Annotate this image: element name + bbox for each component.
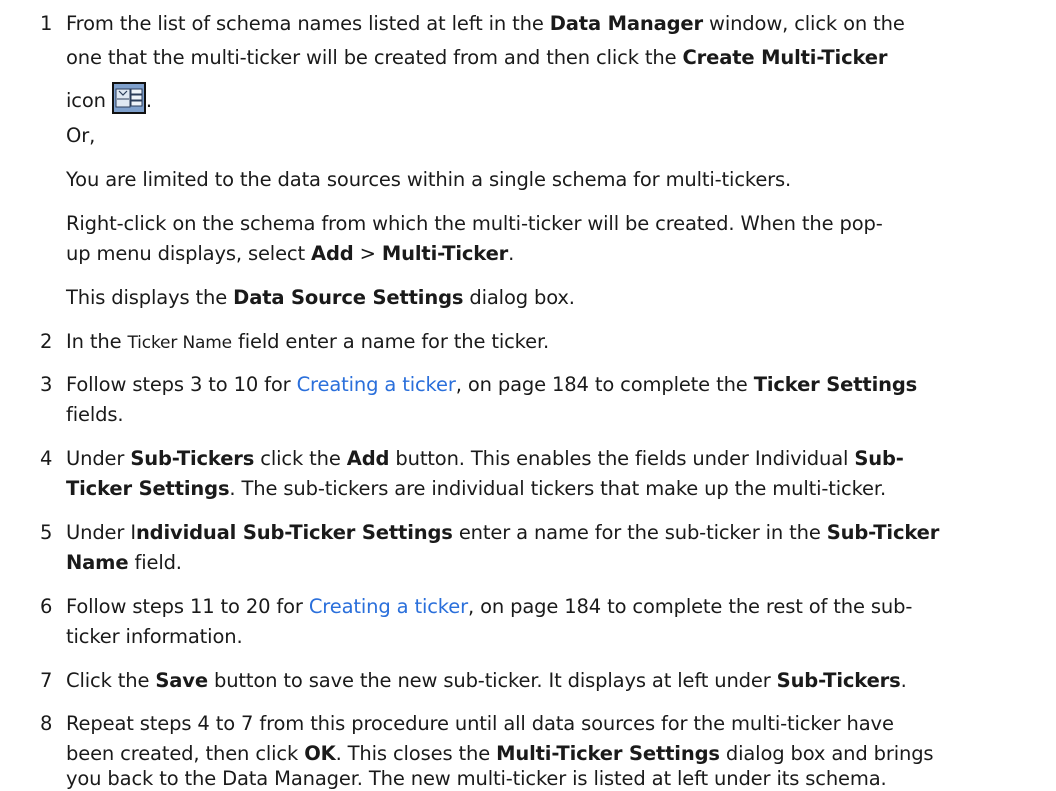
step-1-line-2: one that the multi-ticker will be create… bbox=[66, 46, 888, 69]
step-4-line-1: 4 Under Sub-Tickers click the Add button.… bbox=[40, 447, 904, 470]
step-8-line-3: you back to the Data Manager. The new mu… bbox=[66, 767, 887, 790]
step-number: 7 bbox=[40, 669, 53, 692]
step-4-line-2: Ticker Settings. The sub-tickers are ind… bbox=[66, 477, 886, 500]
step-number: 2 bbox=[40, 330, 53, 353]
step-3-line-1: 3 Follow steps 3 to 10 for Creating a tic… bbox=[40, 373, 918, 396]
step-3-line-2: fields. bbox=[66, 403, 124, 426]
create-multi-ticker-icon bbox=[111, 82, 146, 114]
right-click-line-1: Right-click on the schema from which the… bbox=[66, 212, 883, 235]
creating-a-ticker-link[interactable]: Creating a ticker bbox=[309, 595, 468, 618]
step-6-line-2: ticker information. bbox=[66, 625, 243, 648]
data-manager-label: Data Manager bbox=[549, 12, 703, 35]
step-8-line-1: 8 Repeat steps 4 to 7 from this procedure… bbox=[40, 712, 894, 735]
step-1-line-3: icon . bbox=[66, 82, 152, 114]
create-multi-ticker-label: Create Multi-Ticker bbox=[682, 46, 888, 69]
step-number: 6 bbox=[40, 595, 53, 618]
or-text: Or, bbox=[66, 124, 96, 147]
creating-a-ticker-link[interactable]: Creating a ticker bbox=[297, 373, 456, 396]
step-number: 5 bbox=[40, 521, 53, 544]
step-number: 3 bbox=[40, 373, 53, 396]
step-5-line-2: Name field. bbox=[66, 551, 182, 574]
ticker-name-field-label: Ticker Name bbox=[127, 333, 232, 353]
step-2: 2 In the Ticker Name field enter a name f… bbox=[40, 330, 550, 353]
right-click-line-2: up menu displays, select Add > Multi-Tic… bbox=[66, 242, 515, 265]
step-6-line-1: 6 Follow steps 11 to 20 for Creating a ti… bbox=[40, 595, 913, 618]
step-1-line-1: 1 From the list of schema names listed at… bbox=[40, 12, 905, 35]
step-number: 4 bbox=[40, 447, 53, 470]
step-number: 8 bbox=[40, 712, 53, 735]
step-number: 1 bbox=[40, 12, 53, 35]
procedure-document: 1 From the list of schema names listed at… bbox=[0, 0, 1056, 791]
step-7: 7 Click the Save button to save the new s… bbox=[40, 669, 907, 692]
step-8-line-2: been created, then click OK. This closes… bbox=[66, 742, 934, 765]
step-5-line-1: 5 Under Individual Sub-Ticker Settings en… bbox=[40, 521, 940, 544]
limit-note: You are limited to the data sources with… bbox=[66, 168, 792, 191]
displays-line: This displays the Data Source Settings d… bbox=[66, 286, 575, 309]
